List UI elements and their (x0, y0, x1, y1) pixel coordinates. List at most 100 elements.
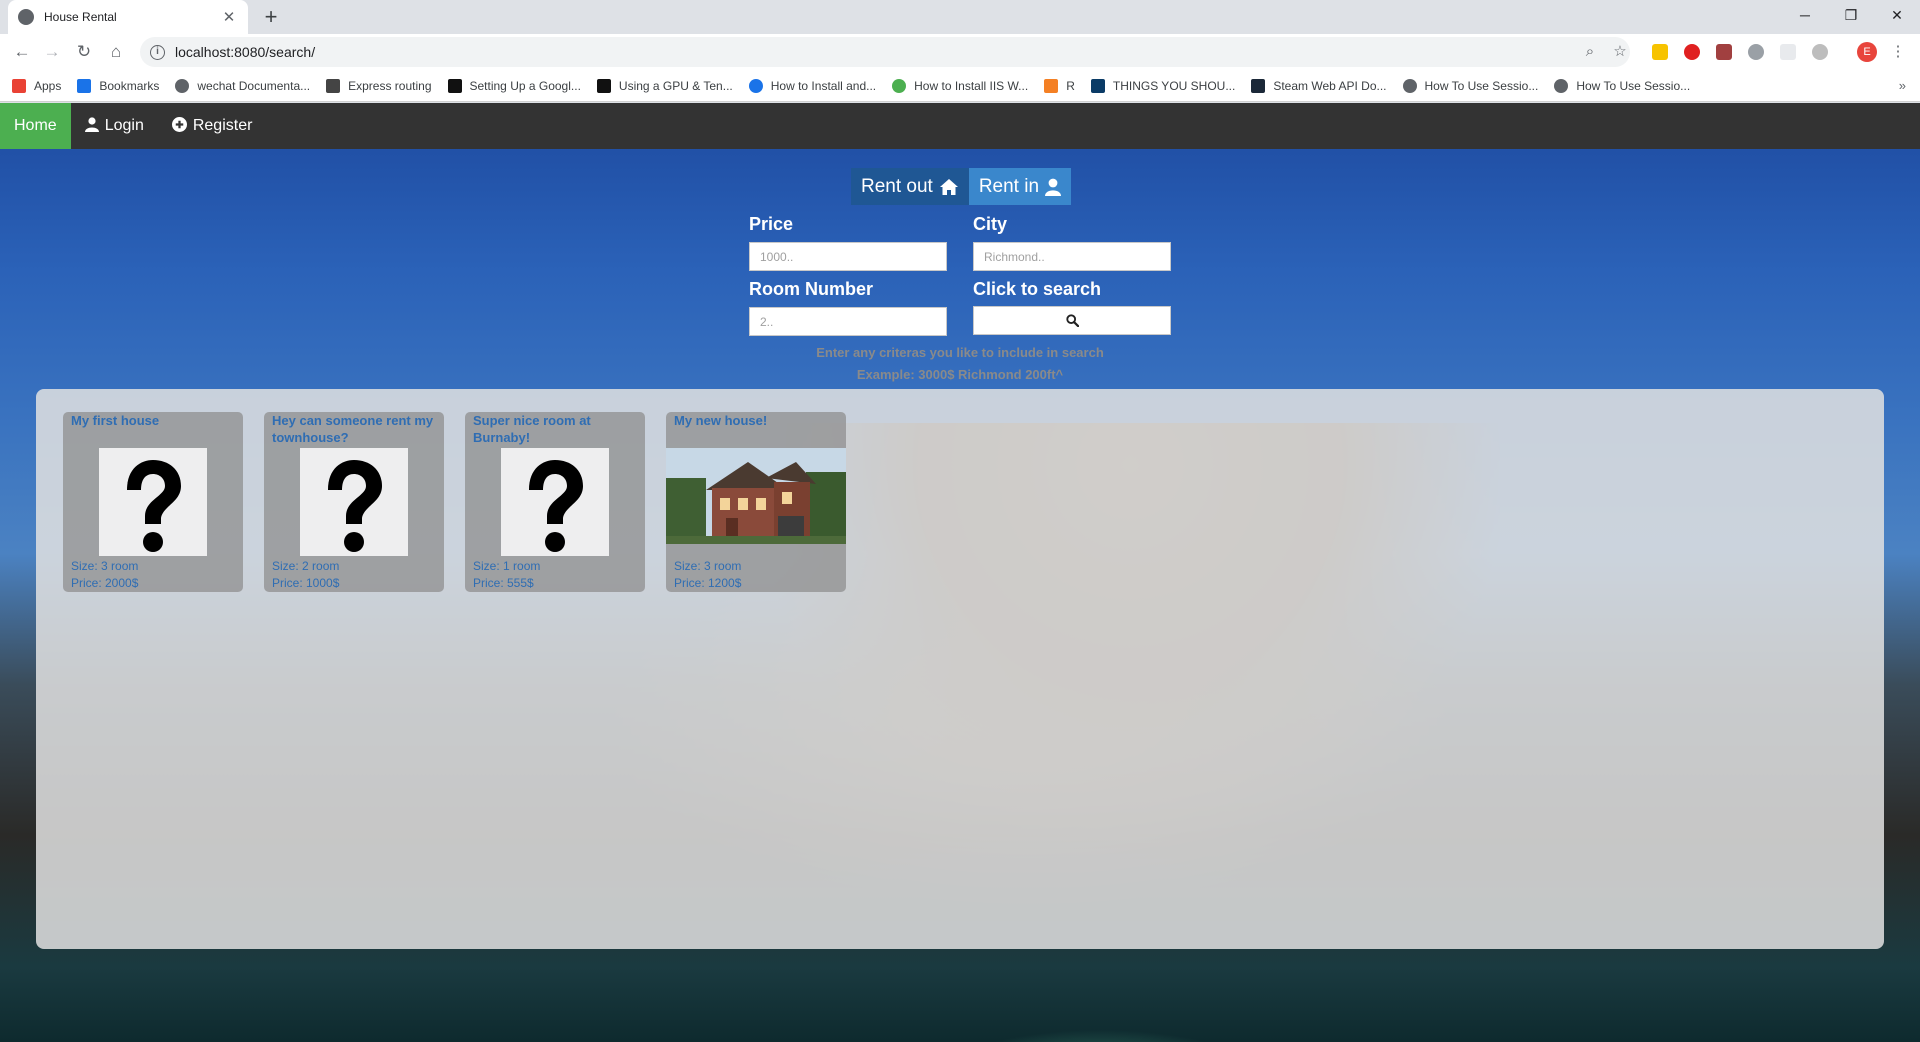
question-mark-icon (501, 448, 609, 556)
price-label: Price (749, 214, 794, 234)
listing-image[interactable] (465, 448, 645, 556)
city-label: City (973, 214, 1008, 234)
listing-title[interactable]: My new house! (666, 412, 846, 448)
bookmark-label: R (1066, 78, 1075, 93)
address-bar[interactable]: i localhost:8080/search/ (140, 37, 1630, 67)
bookmark-star-icon[interactable]: ☆ (1610, 42, 1630, 62)
room-number-label: Room Number (749, 279, 874, 299)
bookmark-item[interactable]: THINGS YOU SHOU... (1090, 78, 1236, 93)
close-window-button[interactable]: ✕ (1874, 0, 1920, 30)
bookmark-item[interactable]: How to Install IIS W... (892, 78, 1028, 93)
home-icon[interactable]: ⌂ (104, 40, 128, 64)
refresh-logo-icon (748, 78, 763, 93)
bookmark-item[interactable]: R (1044, 78, 1075, 93)
listing-size: Size: 3 room (71, 559, 139, 573)
question-mark-icon (300, 448, 408, 556)
bookmark-label: Bookmarks (99, 78, 160, 93)
forward-arrow-icon[interactable]: → (40, 40, 64, 64)
plus-circle-icon (171, 116, 187, 136)
bookmark-label: Steam Web API Do... (1273, 78, 1387, 93)
search-button[interactable] (973, 306, 1171, 335)
bookmark-item[interactable]: Apps (12, 78, 61, 93)
zoom-icon[interactable]: ⌕ (1580, 42, 1600, 62)
price-input[interactable] (749, 242, 947, 271)
user-icon (1045, 178, 1062, 196)
house-photo (666, 448, 846, 544)
bookmark-item[interactable]: How To Use Sessio... (1402, 78, 1538, 93)
rent-out-label: Rent out (861, 175, 933, 197)
back-arrow-icon[interactable]: ← (10, 40, 34, 64)
rent-mode-toggle: Rent out Rent in (851, 168, 1072, 205)
listing-card[interactable]: My new house! Size: 3 room Price: 1200$ (666, 412, 846, 592)
browser-toolbar: ← → ↻ ⌂ i localhost:8080/search/ ⌕ ☆ E ⋮ (0, 34, 1920, 70)
listing-card[interactable]: Super nice room at Burnaby! Size: 1 room P… (465, 412, 645, 592)
close-tab-icon[interactable]: ✕ (220, 8, 238, 26)
bookmark-item[interactable]: Express routing (326, 78, 432, 93)
bookmarks-overflow-icon[interactable]: » (1899, 78, 1906, 93)
listing-title[interactable]: Super nice room at Burnaby! (465, 412, 645, 448)
cloud-extension-icon[interactable] (1748, 44, 1764, 60)
bookmark-label: Using a GPU & Ten... (618, 78, 733, 93)
bookmark-label: wechat Documenta... (197, 78, 311, 93)
listing-price: Price: 1200$ (674, 576, 742, 590)
city-input[interactable] (973, 242, 1171, 271)
rent-in-label: Rent in (978, 175, 1040, 197)
bookmark-item[interactable]: Using a GPU & Ten... (596, 78, 733, 93)
search-label: Click to search (973, 279, 1102, 299)
bookmark-item[interactable]: Steam Web API Do... (1251, 78, 1387, 93)
bookmark-item[interactable]: How To Use Sessio... (1554, 78, 1690, 93)
bookmark-label: THINGS YOU SHOU... (1112, 78, 1236, 93)
globe-icon (175, 78, 190, 93)
listing-size: Size: 3 room (674, 559, 742, 573)
user-icon (84, 116, 99, 136)
cursor-extension-icon[interactable] (1652, 44, 1668, 60)
reload-icon[interactable]: ↻ (72, 40, 96, 64)
listing-title[interactable]: Hey can someone rent my townhouse? (264, 412, 444, 448)
listing-size: Size: 1 room (473, 559, 541, 573)
bookmark-label: Express routing (348, 78, 432, 93)
search-hint: Enter any criteras you like to include i… (816, 345, 1104, 360)
profile-avatar[interactable]: E (1857, 42, 1877, 62)
globe-icon (1554, 78, 1569, 93)
info-icon[interactable]: i (150, 44, 165, 60)
bookmark-item[interactable]: Bookmarks (77, 78, 160, 93)
browser-tab[interactable]: House Rental ✕ (8, 0, 248, 34)
green-dot-icon (892, 78, 907, 93)
listing-image[interactable] (63, 448, 243, 556)
extension-icon[interactable] (1780, 44, 1796, 60)
opera-extension-icon[interactable] (1684, 44, 1700, 60)
listing-price: Price: 2000$ (71, 576, 139, 590)
listing-title[interactable]: My first house (63, 412, 243, 448)
listing-details: Size: 3 room Price: 2000$ (63, 556, 243, 592)
rent-out-button[interactable]: Rent out (851, 168, 969, 205)
medium-icon (596, 78, 611, 93)
check-extension-icon[interactable] (1812, 44, 1828, 60)
pdf-extension-icon[interactable] (1716, 44, 1732, 60)
bookmark-item[interactable]: Setting Up a Googl... (447, 78, 581, 93)
nav-login[interactable]: Login (71, 103, 158, 149)
minimize-button[interactable]: ─ (1782, 0, 1828, 30)
bookmark-label: How to Install and... (770, 78, 877, 93)
listing-image[interactable] (264, 448, 444, 556)
listing-details: Size: 3 room Price: 1200$ (666, 556, 846, 592)
listing-card[interactable]: My first house Size: 3 room Price: 2000$ (63, 412, 243, 592)
rent-in-button[interactable]: Rent in (968, 168, 1072, 205)
search-icon (1065, 314, 1079, 327)
listing-image[interactable] (666, 448, 846, 556)
room-number-input[interactable] (749, 307, 947, 336)
listing-card[interactable]: Hey can someone rent my townhouse? Size: … (264, 412, 444, 592)
new-tab-button[interactable]: + (258, 4, 284, 30)
menu-kebab-icon[interactable]: ⋮ (1888, 42, 1908, 62)
page-content: Home Login Register Rent out Rent in Pri… (0, 103, 1920, 1042)
listings-panel: My first house Size: 3 room Price: 2000$ He… (36, 389, 1884, 949)
nav-register[interactable]: Register (158, 103, 267, 149)
nav-home[interactable]: Home (0, 103, 71, 149)
browser-tab-strip: House Rental ✕ + ─ ❐ ✕ (0, 0, 1920, 34)
restore-button[interactable]: ❐ (1828, 0, 1874, 30)
bookmark-item[interactable]: wechat Documenta... (175, 78, 311, 93)
stack-icon (1044, 78, 1059, 93)
url-text[interactable]: localhost:8080/search/ (175, 44, 315, 60)
listing-size: Size: 2 room (272, 559, 340, 573)
listing-details: Size: 2 room Price: 1000$ (264, 556, 444, 592)
bookmark-item[interactable]: How to Install and... (748, 78, 877, 93)
